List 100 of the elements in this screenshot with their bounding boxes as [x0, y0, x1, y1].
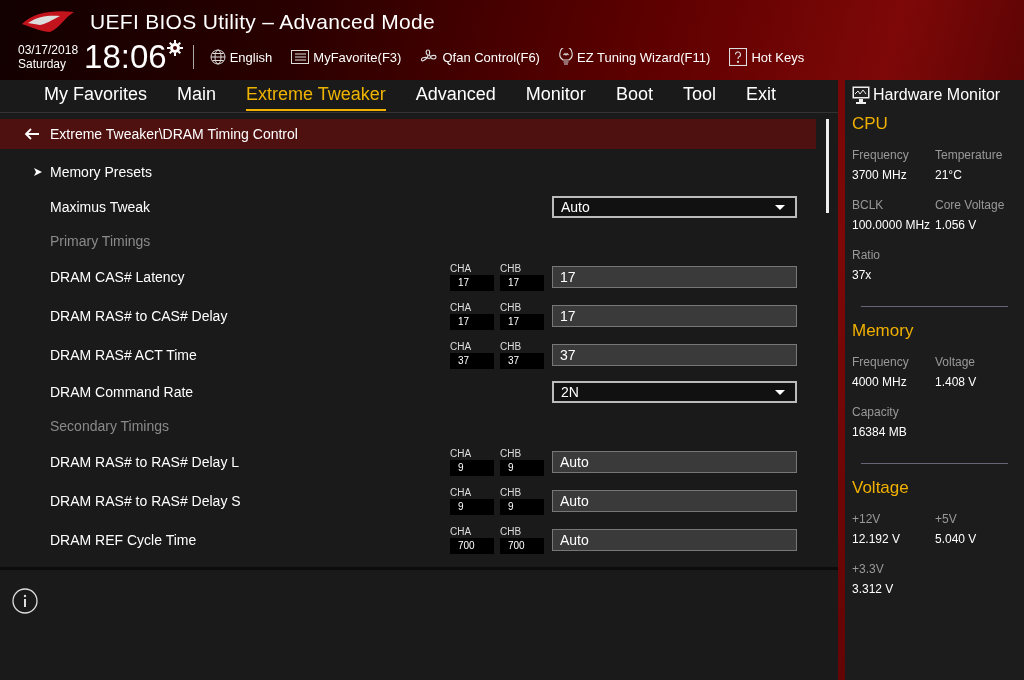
tab[interactable]: Advanced: [415, 80, 496, 111]
stat-value: 37x: [852, 268, 873, 282]
monitor-icon: [852, 86, 870, 104]
stat-value: 4000 MHz: [852, 375, 908, 389]
channel-value: 37: [500, 352, 544, 369]
stat-label: +5V: [935, 512, 958, 526]
stat-label: Ratio: [852, 248, 881, 262]
dropdown[interactable]: 2N: [552, 381, 797, 403]
toolbar-button[interactable]: Qfan Control(F6): [416, 47, 544, 67]
logo-icon: [20, 10, 76, 34]
list-icon: [291, 50, 310, 64]
stat-value: 21°C: [935, 168, 963, 182]
channel-value: 17: [450, 274, 494, 291]
input-field[interactable]: 37: [552, 343, 797, 366]
stat-value: 1.408 V: [935, 375, 978, 389]
submenu-item[interactable]: Memory Presets: [50, 164, 797, 180]
stat-label: Core Voltage: [935, 198, 1006, 212]
setting-label: DRAM Command Rate: [50, 384, 195, 400]
toolbar-button[interactable]: English: [205, 47, 277, 67]
setting-label: Maximus Tweak: [50, 199, 152, 215]
input-field[interactable]: Auto: [552, 489, 797, 512]
setting-label: DRAM RAS# to RAS# Delay L: [50, 453, 241, 470]
back-icon[interactable]: [24, 128, 40, 140]
channel-label: CHB: [500, 262, 523, 275]
caret-icon: [775, 204, 785, 210]
panel-title: Hardware Monitor: [873, 86, 1001, 104]
toolbar-button[interactable]: MyFavorite(F3): [287, 47, 406, 67]
stat-label: Voltage: [935, 355, 977, 369]
globe-icon: [209, 49, 226, 65]
setting-label: DRAM REF Cycle Time: [50, 531, 198, 548]
section-title: Memory: [852, 321, 915, 342]
info-icon[interactable]: [12, 588, 38, 614]
channel-label: CHA: [450, 447, 473, 460]
stat-label: Capacity: [852, 405, 900, 419]
section-heading: Secondary Timings: [50, 418, 171, 434]
input-field[interactable]: Auto: [552, 528, 797, 551]
channel-value: 700: [450, 537, 494, 554]
channel-label: CHB: [500, 447, 523, 460]
channel-value: 9: [450, 459, 494, 476]
input-field[interactable]: 17: [552, 265, 797, 288]
setting-label: DRAM RAS# ACT Time: [50, 346, 198, 363]
tab[interactable]: Monitor: [525, 80, 586, 111]
input-field[interactable]: Auto: [552, 450, 797, 473]
stat-label: Temperature: [935, 148, 1004, 162]
breadcrumb-text: Extreme Tweaker\DRAM Timing Control: [50, 126, 298, 142]
stat-label: +3.3V: [852, 562, 885, 576]
window-title: UEFI BIOS Utility – Advanced Mode: [90, 10, 435, 34]
lightbulb-icon: [558, 48, 573, 66]
stat-value: 12.192 V: [852, 532, 902, 546]
help-icon: [729, 48, 748, 66]
stat-value: 100.0000 MHz: [852, 218, 932, 232]
date-text: 03/17/2018: [18, 43, 79, 57]
toolbar-button[interactable]: Hot Keys: [725, 46, 809, 68]
input-field[interactable]: 17: [552, 304, 797, 327]
channel-label: CHA: [450, 301, 473, 314]
channel-value: 9: [500, 459, 544, 476]
arrow-icon: [34, 168, 42, 176]
channel-label: CHB: [500, 340, 523, 353]
stat-value: 16384 MB: [852, 425, 908, 439]
caret-icon: [775, 389, 785, 395]
stat-label: BCLK: [852, 198, 885, 212]
tab[interactable]: Boot: [615, 80, 653, 111]
setting-label: DRAM RAS# to CAS# Delay: [50, 307, 229, 324]
stat-label: Frequency: [852, 355, 910, 369]
channel-label: CHA: [450, 486, 473, 499]
tab[interactable]: My Favorites: [44, 80, 148, 111]
stat-value: 1.056 V: [935, 218, 978, 232]
tab[interactable]: Main: [177, 80, 217, 111]
section-title: Voltage: [852, 478, 910, 499]
settings-icon[interactable]: [166, 40, 183, 56]
setting-label: DRAM CAS# Latency: [50, 268, 186, 285]
stat-value: 3.312 V: [852, 582, 895, 596]
stat-value: 3700 MHz: [852, 168, 908, 182]
channel-value: 700: [500, 537, 544, 554]
channel-value: 17: [500, 274, 544, 291]
tab[interactable]: Tool: [682, 80, 716, 111]
section-title: CPU: [852, 114, 889, 135]
tab[interactable]: Extreme Tweaker: [246, 80, 386, 111]
day-text: Saturday: [18, 57, 68, 71]
stat-label: Frequency: [852, 148, 910, 162]
channel-label: CHB: [500, 301, 523, 314]
channel-value: 9: [500, 498, 544, 515]
channel-value: 17: [500, 313, 544, 330]
section-heading: Primary Timings: [50, 233, 152, 249]
channel-label: CHB: [500, 525, 523, 538]
scrollbar[interactable]: [825, 119, 829, 213]
channel-label: CHA: [450, 525, 473, 538]
clock-time: 18:06: [84, 39, 167, 75]
channel-label: CHA: [450, 340, 473, 353]
channel-label: CHB: [500, 486, 523, 499]
tab[interactable]: Exit: [745, 80, 776, 111]
toolbar-button[interactable]: EZ Tuning Wizard(F11): [554, 46, 715, 68]
stat-value: 5.040 V: [935, 532, 978, 546]
channel-value: 17: [450, 313, 494, 330]
dropdown[interactable]: Auto: [552, 196, 797, 218]
channel-label: CHA: [450, 262, 473, 275]
channel-value: 37: [450, 352, 494, 369]
stat-label: +12V: [852, 512, 882, 526]
channel-value: 9: [450, 498, 494, 515]
setting-label: DRAM RAS# to RAS# Delay S: [50, 492, 242, 509]
